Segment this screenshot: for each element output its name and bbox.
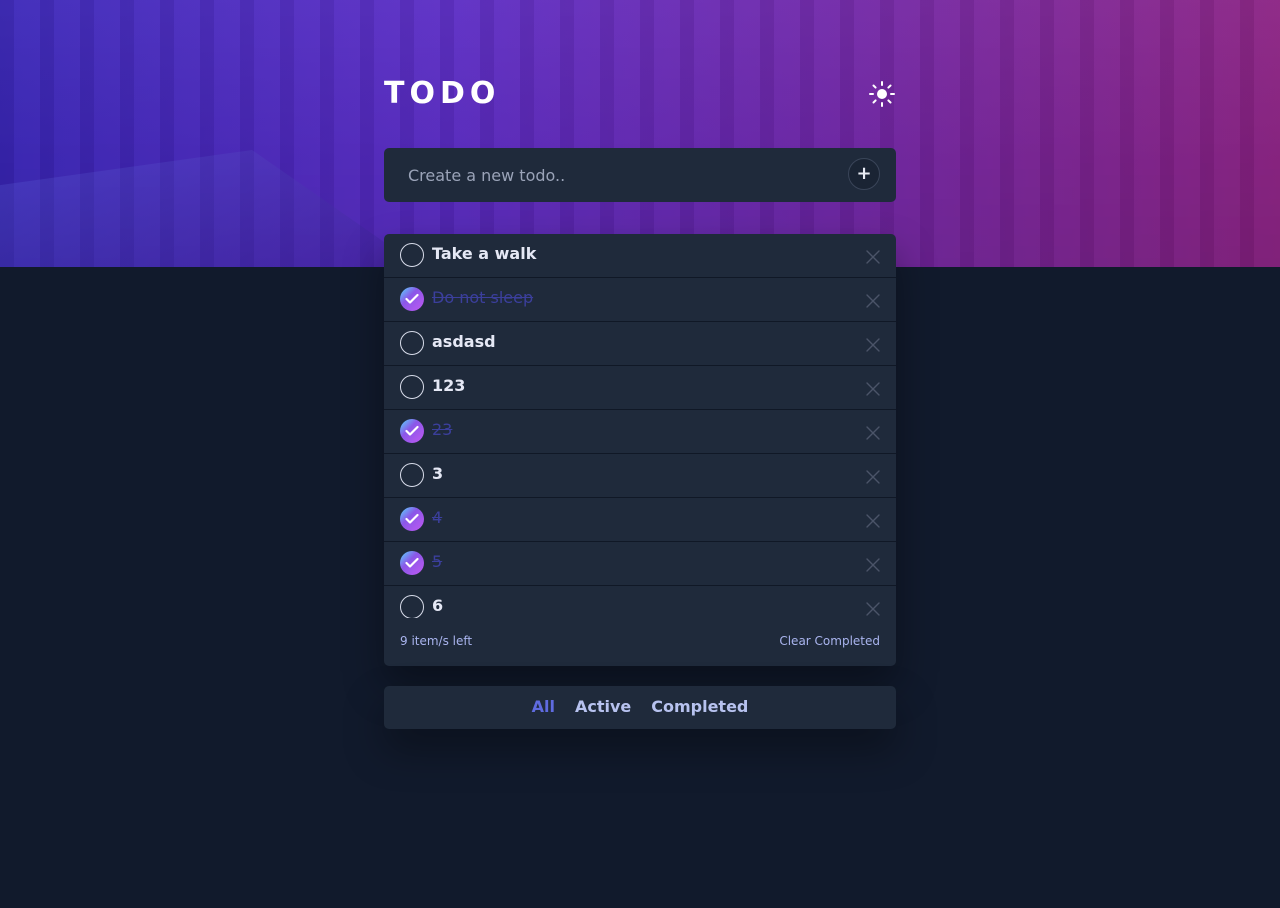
unchecked-circle-icon[interactable] bbox=[400, 243, 424, 267]
unchecked-circle-icon[interactable] bbox=[400, 595, 424, 618]
filter-group: All Active Completed bbox=[384, 697, 896, 716]
todo-item[interactable]: asdasd bbox=[384, 322, 896, 366]
unchecked-circle-icon[interactable] bbox=[400, 331, 424, 355]
filter-completed[interactable]: Completed bbox=[651, 697, 748, 716]
checked-circle-icon[interactable] bbox=[400, 507, 424, 531]
todo-text: Do not sleep bbox=[432, 288, 534, 307]
todo-text: 23 bbox=[432, 420, 453, 439]
delete-icon[interactable] bbox=[866, 337, 880, 352]
todo-item[interactable]: 6 bbox=[384, 586, 896, 618]
todo-item[interactable]: 5 bbox=[384, 542, 896, 586]
sun-icon[interactable] bbox=[868, 80, 896, 108]
todo-item[interactable]: 123 bbox=[384, 366, 896, 410]
todo-list[interactable]: Take a walk Do not sleep asdasd 123 23 3 4 5 6 bbox=[384, 234, 896, 618]
clear-completed-button[interactable]: Clear Completed bbox=[779, 634, 880, 648]
items-left-count: 9 item/s left bbox=[400, 634, 473, 648]
new-todo-box: + bbox=[384, 148, 896, 202]
todo-text: Take a walk bbox=[432, 244, 537, 263]
delete-icon[interactable] bbox=[866, 557, 880, 572]
unchecked-circle-icon[interactable] bbox=[400, 375, 424, 399]
delete-icon[interactable] bbox=[866, 601, 880, 616]
todo-text: 5 bbox=[432, 552, 443, 571]
app-header: TODO bbox=[384, 72, 896, 116]
delete-icon[interactable] bbox=[866, 513, 880, 528]
todo-text: 123 bbox=[432, 376, 466, 395]
todo-item[interactable]: 23 bbox=[384, 410, 896, 454]
header-background-image bbox=[0, 0, 1280, 267]
todo-text: 4 bbox=[432, 508, 443, 527]
delete-icon[interactable] bbox=[866, 425, 880, 440]
filter-bar: All Active Completed bbox=[384, 686, 896, 729]
new-todo-input[interactable] bbox=[408, 148, 838, 202]
delete-icon[interactable] bbox=[866, 381, 880, 396]
checked-circle-icon[interactable] bbox=[400, 551, 424, 575]
checked-circle-icon[interactable] bbox=[400, 419, 424, 443]
todo-list-card: Take a walk Do not sleep asdasd 123 23 3 4 5 6 9… bbox=[384, 234, 896, 666]
todo-item[interactable]: Do not sleep bbox=[384, 278, 896, 322]
delete-icon[interactable] bbox=[866, 469, 880, 484]
delete-icon[interactable] bbox=[866, 249, 880, 264]
todo-text: asdasd bbox=[432, 332, 496, 351]
unchecked-circle-icon[interactable] bbox=[400, 463, 424, 487]
todo-list-footer: 9 item/s left Clear Completed bbox=[384, 618, 896, 666]
delete-icon[interactable] bbox=[866, 293, 880, 308]
app-title: TODO bbox=[384, 76, 501, 111]
filter-active[interactable]: Active bbox=[575, 697, 631, 716]
todo-item[interactable]: 3 bbox=[384, 454, 896, 498]
filter-all[interactable]: All bbox=[532, 697, 555, 716]
todo-item[interactable]: Take a walk bbox=[384, 234, 896, 278]
todo-text: 3 bbox=[432, 464, 444, 483]
add-todo-button[interactable]: + bbox=[848, 158, 880, 190]
todo-item[interactable]: 4 bbox=[384, 498, 896, 542]
todo-text: 6 bbox=[432, 596, 444, 615]
checked-circle-icon[interactable] bbox=[400, 287, 424, 311]
